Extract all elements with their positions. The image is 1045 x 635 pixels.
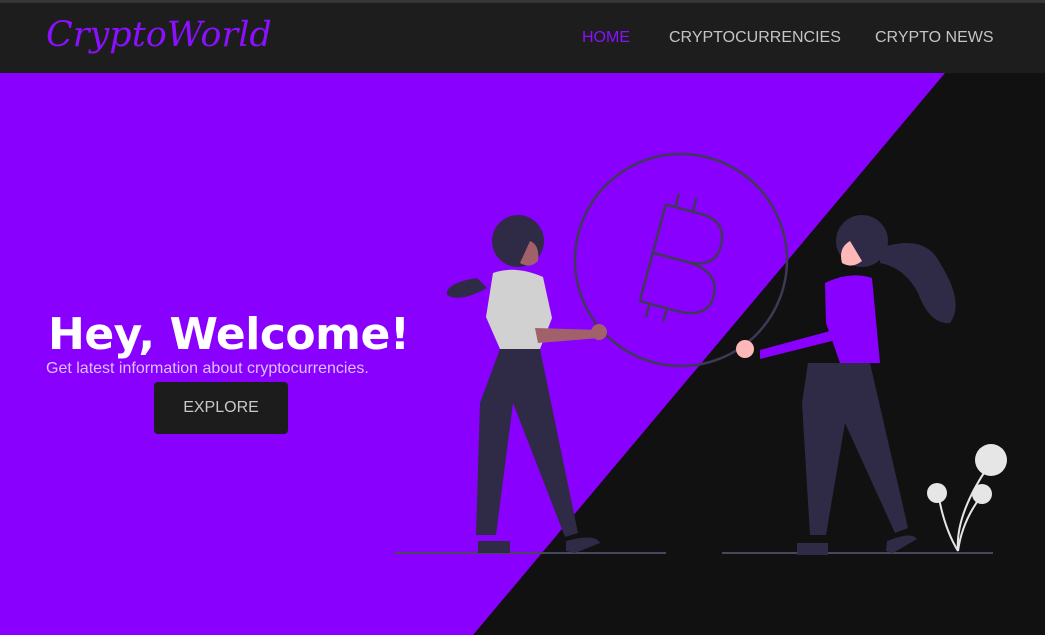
- nav-item-cryptocurrencies[interactable]: CRYPTOCURRENCIES: [669, 29, 841, 47]
- explore-button[interactable]: EXPLORE: [154, 382, 288, 434]
- nav-links: HOME CRYPTOCURRENCIES CRYPTO NEWS: [0, 29, 1045, 53]
- hero-subtitle: Get latest information about cryptocurre…: [46, 360, 369, 377]
- woman-figure-right: [736, 215, 956, 555]
- nav-item-home[interactable]: HOME: [582, 29, 630, 47]
- hero-title: Hey, Welcome!: [48, 309, 410, 361]
- navbar: CryptoWorld HOME CRYPTOCURRENCIES CRYPTO…: [0, 3, 1045, 73]
- bitcoin-icon: [573, 152, 789, 368]
- woman-figure-left: [446, 215, 607, 553]
- plant-icon: [927, 444, 1007, 552]
- hero-section: Hey, Welcome! Get latest information abo…: [0, 73, 1045, 635]
- nav-item-crypto-news[interactable]: CRYPTO NEWS: [875, 29, 994, 47]
